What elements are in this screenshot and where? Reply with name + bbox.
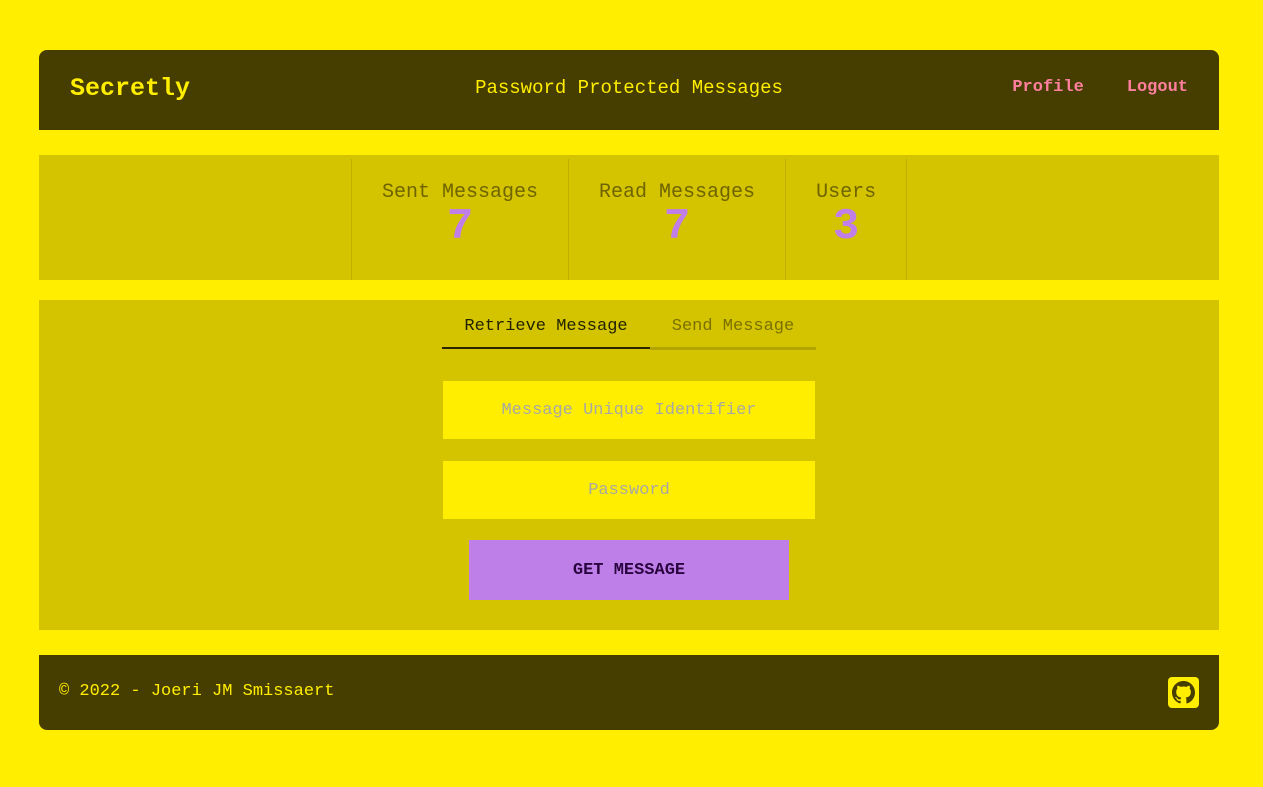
- copyright-text: © 2022 - Joeri JM Smissaert: [59, 682, 335, 701]
- message-panel: Retrieve Message Send Message GET MESSAG…: [39, 300, 1219, 630]
- navbar: Secretly Password Protected Messages Pro…: [39, 50, 1219, 130]
- github-icon[interactable]: [1168, 677, 1199, 708]
- stat-value: 7: [663, 202, 691, 252]
- stat-read-messages: Read Messages 7: [569, 159, 787, 280]
- message-tabs: Retrieve Message Send Message: [442, 317, 816, 350]
- footer: © 2022 - Joeri JM Smissaert: [39, 655, 1219, 730]
- stat-title: Users: [816, 181, 877, 204]
- get-message-button[interactable]: GET MESSAGE: [469, 540, 789, 600]
- github-logo-glyph: [1172, 681, 1195, 704]
- nav-links: Profile Logout: [1012, 78, 1188, 97]
- stats-group: Sent Messages 7 Read Messages 7 Users 3: [351, 159, 908, 280]
- stat-title: Read Messages: [599, 181, 756, 204]
- stat-users: Users 3: [786, 159, 908, 280]
- stat-sent-messages: Sent Messages 7: [352, 159, 570, 280]
- stat-title: Sent Messages: [382, 181, 539, 204]
- stat-value: 7: [446, 202, 474, 252]
- message-identifier-input[interactable]: [443, 381, 815, 439]
- password-input[interactable]: [443, 461, 815, 519]
- stat-value: 3: [832, 202, 860, 252]
- logout-link[interactable]: Logout: [1127, 78, 1188, 97]
- profile-link[interactable]: Profile: [1012, 78, 1083, 97]
- stats-panel: Sent Messages 7 Read Messages 7 Users 3: [39, 155, 1219, 280]
- tab-retrieve-message[interactable]: Retrieve Message: [442, 317, 650, 349]
- tab-send-message[interactable]: Send Message: [650, 317, 816, 350]
